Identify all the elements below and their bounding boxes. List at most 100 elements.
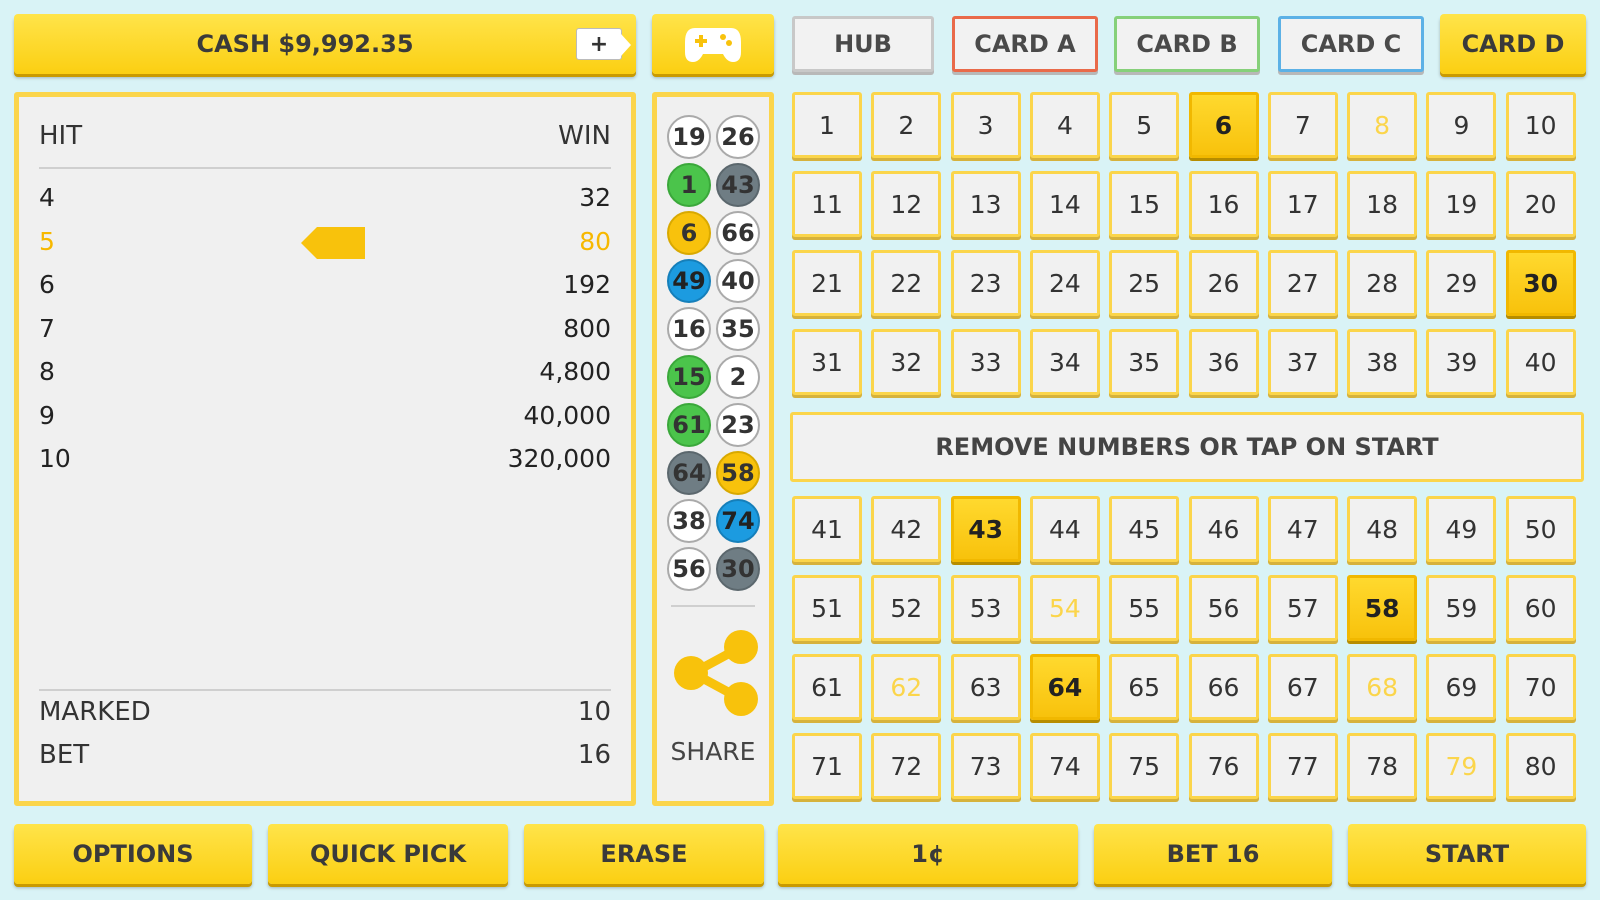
number-cell[interactable]: 13 bbox=[950, 171, 1021, 237]
number-cell[interactable]: 40 bbox=[1505, 329, 1576, 395]
number-cell[interactable]: 28 bbox=[1347, 250, 1418, 316]
number-cell[interactable]: 69 bbox=[1426, 654, 1497, 720]
number-cell[interactable]: 57 bbox=[1267, 575, 1338, 641]
number-cell[interactable]: 63 bbox=[950, 654, 1021, 720]
number-cell[interactable]: 78 bbox=[1347, 733, 1418, 799]
number-cell[interactable]: 31 bbox=[792, 329, 862, 395]
number-cell[interactable]: 61 bbox=[792, 654, 862, 720]
number-cell[interactable]: 20 bbox=[1505, 171, 1576, 237]
number-cell[interactable]: 16 bbox=[1188, 171, 1259, 237]
number-cell[interactable]: 74 bbox=[1029, 733, 1100, 799]
number-cell[interactable]: 77 bbox=[1267, 733, 1338, 799]
number-cell[interactable]: 48 bbox=[1347, 496, 1418, 562]
number-cell[interactable]: 22 bbox=[871, 250, 942, 316]
number-cell[interactable]: 7 bbox=[1267, 92, 1338, 158]
number-cell[interactable]: 14 bbox=[1029, 171, 1100, 237]
number-cell[interactable]: 67 bbox=[1267, 654, 1338, 720]
drawn-ball: 19 bbox=[667, 115, 711, 159]
number-cell[interactable]: 36 bbox=[1188, 329, 1259, 395]
number-cell[interactable]: 11 bbox=[792, 171, 862, 237]
number-cell[interactable]: 52 bbox=[871, 575, 942, 641]
number-cell[interactable]: 56 bbox=[1188, 575, 1259, 641]
number-cell[interactable]: 46 bbox=[1188, 496, 1259, 562]
number-cell[interactable]: 76 bbox=[1188, 733, 1259, 799]
start-button[interactable]: START bbox=[1348, 824, 1586, 884]
number-cell[interactable]: 37 bbox=[1267, 329, 1338, 395]
number-cell[interactable]: 18 bbox=[1347, 171, 1418, 237]
denomination-button[interactable]: 1¢ bbox=[778, 824, 1078, 884]
paytable-panel: HIT WIN 4 32 5 80 6 192 7 800 8 4,800 9 40,000 10 320… bbox=[14, 92, 636, 806]
number-cell[interactable]: 15 bbox=[1109, 171, 1180, 237]
number-cell[interactable]: 47 bbox=[1267, 496, 1338, 562]
number-cell[interactable]: 66 bbox=[1188, 654, 1259, 720]
number-cell[interactable]: 23 bbox=[950, 250, 1021, 316]
number-cell[interactable]: 55 bbox=[1109, 575, 1180, 641]
number-cell[interactable]: 39 bbox=[1426, 329, 1497, 395]
number-cell[interactable]: 17 bbox=[1267, 171, 1338, 237]
number-cell[interactable]: 38 bbox=[1347, 329, 1418, 395]
tab-card-d[interactable]: CARD D bbox=[1440, 14, 1586, 74]
number-cell[interactable]: 30 bbox=[1505, 250, 1576, 316]
number-cell[interactable]: 80 bbox=[1505, 733, 1576, 799]
number-cell[interactable]: 68 bbox=[1347, 654, 1418, 720]
number-cell[interactable]: 53 bbox=[950, 575, 1021, 641]
number-cell[interactable]: 24 bbox=[1029, 250, 1100, 316]
number-cell[interactable]: 19 bbox=[1426, 171, 1497, 237]
number-cell[interactable]: 12 bbox=[871, 171, 942, 237]
number-cell[interactable]: 8 bbox=[1347, 92, 1418, 158]
tab-hub[interactable]: HUB bbox=[792, 16, 934, 72]
number-cell[interactable]: 29 bbox=[1426, 250, 1497, 316]
number-cell[interactable]: 43 bbox=[950, 496, 1021, 562]
tab-card-c[interactable]: CARD C bbox=[1278, 16, 1424, 72]
number-cell[interactable]: 5 bbox=[1109, 92, 1180, 158]
number-cell[interactable]: 60 bbox=[1505, 575, 1576, 641]
games-button[interactable] bbox=[652, 14, 774, 74]
options-button[interactable]: OPTIONS bbox=[14, 824, 252, 884]
number-cell[interactable]: 26 bbox=[1188, 250, 1259, 316]
number-cell[interactable]: 2 bbox=[871, 92, 942, 158]
number-cell[interactable]: 50 bbox=[1505, 496, 1576, 562]
number-cell[interactable]: 35 bbox=[1109, 329, 1180, 395]
number-cell[interactable]: 10 bbox=[1505, 92, 1576, 158]
number-cell[interactable]: 65 bbox=[1109, 654, 1180, 720]
number-cell[interactable]: 6 bbox=[1188, 92, 1259, 158]
number-cell[interactable]: 45 bbox=[1109, 496, 1180, 562]
number-cell[interactable]: 71 bbox=[792, 733, 862, 799]
number-cell[interactable]: 42 bbox=[871, 496, 942, 562]
number-cell[interactable]: 51 bbox=[792, 575, 862, 641]
bet-button[interactable]: BET 16 bbox=[1094, 824, 1332, 884]
tab-card-b[interactable]: CARD B bbox=[1114, 16, 1260, 72]
number-cell[interactable]: 49 bbox=[1426, 496, 1497, 562]
erase-button[interactable]: ERASE bbox=[524, 824, 764, 884]
number-cell[interactable]: 3 bbox=[950, 92, 1021, 158]
number-cell[interactable]: 64 bbox=[1029, 654, 1100, 720]
number-cell[interactable]: 70 bbox=[1505, 654, 1576, 720]
cash-label: CASH $9,992.35 bbox=[196, 30, 414, 58]
number-cell[interactable]: 41 bbox=[792, 496, 862, 562]
number-cell[interactable]: 59 bbox=[1426, 575, 1497, 641]
number-cell[interactable]: 75 bbox=[1109, 733, 1180, 799]
number-cell[interactable]: 4 bbox=[1029, 92, 1100, 158]
number-cell[interactable]: 62 bbox=[871, 654, 942, 720]
number-cell[interactable]: 79 bbox=[1426, 733, 1497, 799]
number-cell[interactable]: 27 bbox=[1267, 250, 1338, 316]
quick-pick-button[interactable]: QUICK PICK bbox=[268, 824, 508, 884]
add-cash-button[interactable]: + bbox=[576, 28, 631, 60]
number-cell[interactable]: 32 bbox=[871, 329, 942, 395]
tab-card-a[interactable]: CARD A bbox=[952, 16, 1098, 72]
share-label[interactable]: SHARE bbox=[657, 737, 769, 766]
number-cell[interactable]: 44 bbox=[1029, 496, 1100, 562]
number-cell[interactable]: 1 bbox=[792, 92, 862, 158]
number-cell[interactable]: 72 bbox=[871, 733, 942, 799]
number-cell[interactable]: 33 bbox=[950, 329, 1021, 395]
share-icon[interactable] bbox=[671, 627, 761, 719]
win-amount: 800 bbox=[563, 313, 611, 343]
number-cell[interactable]: 54 bbox=[1029, 575, 1100, 641]
number-cell[interactable]: 9 bbox=[1426, 92, 1497, 158]
number-cell[interactable]: 21 bbox=[792, 250, 862, 316]
number-cell[interactable]: 58 bbox=[1347, 575, 1418, 641]
number-cell[interactable]: 34 bbox=[1029, 329, 1100, 395]
number-cell[interactable]: 73 bbox=[950, 733, 1021, 799]
number-cell[interactable]: 25 bbox=[1109, 250, 1180, 316]
hit-count: 10 bbox=[39, 444, 71, 473]
